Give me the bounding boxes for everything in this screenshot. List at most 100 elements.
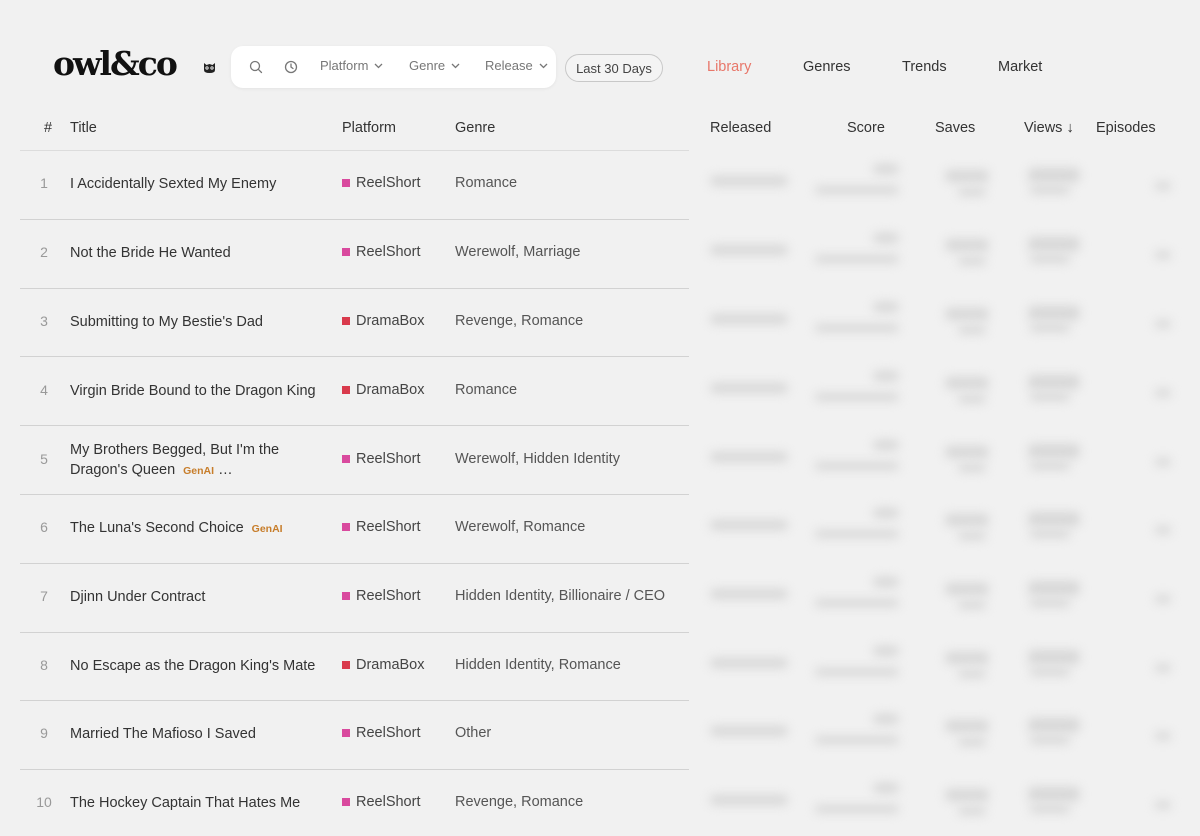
row-title[interactable]: The Luna's Second Choice GenAI <box>70 518 332 539</box>
genre-select-label: Genre <box>409 58 446 73</box>
row-title[interactable]: Submitting to My Bestie's Dad <box>70 312 332 332</box>
row-divider <box>20 700 689 702</box>
obscured-metric <box>945 652 989 664</box>
obscured-metric <box>1155 801 1171 809</box>
row-number: 5 <box>40 451 48 467</box>
row-platform: DramaBox <box>342 657 425 673</box>
row-title[interactable]: I Accidentally Sexted My Enemy <box>70 174 332 194</box>
obscured-metric <box>815 530 899 538</box>
obscured-metric <box>1030 393 1070 401</box>
row-title-text: I Accidentally Sexted My Enemy <box>70 176 277 192</box>
row-genre: Romance <box>455 382 518 398</box>
obscured-metric <box>945 377 989 389</box>
obscured-metric <box>945 308 989 320</box>
obscured-metric <box>1155 458 1171 466</box>
genai-badge: GenAI <box>251 523 283 535</box>
platform-select-label: Platform <box>320 58 369 73</box>
row-platform: ReelShort <box>342 244 420 260</box>
obscured-metric <box>815 393 899 401</box>
obscured-metric <box>873 371 899 381</box>
row-genre: Revenge, Romance <box>455 794 584 810</box>
obscured-metric <box>945 583 989 595</box>
row-title[interactable]: My Brothers Begged, But I'm the Dragon's… <box>70 440 332 481</box>
row-number: 9 <box>40 725 48 741</box>
obscured-metric <box>1030 805 1070 813</box>
obscured-metric <box>1028 375 1080 389</box>
row-divider <box>20 562 689 564</box>
table-row[interactable]: 3 Submitting to My Bestie's Dad DramaBox… <box>0 288 1200 357</box>
row-title[interactable]: The Hockey Captain That Hates Me <box>70 793 332 813</box>
obscured-metric <box>1028 787 1080 801</box>
release-select[interactable]: Release <box>485 58 548 73</box>
row-title[interactable]: Married The Mafioso I Saved <box>70 724 332 744</box>
row-divider <box>20 218 689 220</box>
row-genre: Romance <box>455 175 518 191</box>
row-title-text: Married The Mafioso I Saved <box>70 726 256 742</box>
row-title[interactable]: Not the Bride He Wanted <box>70 243 332 263</box>
platform-swatch <box>342 798 350 806</box>
genre-select[interactable]: Genre <box>409 58 460 73</box>
nav-genres[interactable]: Genres <box>803 59 851 75</box>
obscured-metric <box>945 789 989 801</box>
obscured-metric <box>1028 581 1080 595</box>
platform-swatch <box>342 661 350 669</box>
chevron-down-icon <box>539 63 548 68</box>
obscured-metric <box>1028 512 1080 526</box>
table-row[interactable]: 4 Virgin Bride Bound to the Dragon King … <box>0 357 1200 426</box>
table-row[interactable]: 7 Djinn Under Contract ReelShort Hidden … <box>0 563 1200 632</box>
obscured-metric <box>710 520 788 530</box>
row-platform: ReelShort <box>342 588 420 604</box>
obscured-metric <box>1155 320 1171 328</box>
table-row[interactable]: 9 Married The Mafioso I Saved ReelShort … <box>0 700 1200 769</box>
col-header-score[interactable]: Score <box>847 120 885 136</box>
obscured-metric <box>945 239 989 251</box>
table-row[interactable]: 6 The Luna's Second Choice GenAI ReelShor… <box>0 494 1200 563</box>
table-row[interactable]: 1 I Accidentally Sexted My Enemy ReelSho… <box>0 150 1200 219</box>
col-header-saves[interactable]: Saves <box>935 120 975 136</box>
row-platform: ReelShort <box>342 519 420 535</box>
col-header-released[interactable]: Released <box>710 120 771 136</box>
nav-trends[interactable]: Trends <box>902 59 947 75</box>
row-platform-label: ReelShort <box>356 725 421 741</box>
table-row[interactable]: 5 My Brothers Begged, But I'm the Dragon… <box>0 426 1200 495</box>
row-title[interactable]: Djinn Under Contract <box>70 587 332 607</box>
platform-swatch <box>342 523 350 531</box>
clock-icon[interactable] <box>283 59 299 75</box>
nav-market[interactable]: Market <box>998 59 1042 75</box>
col-header-views[interactable]: Views ↓ <box>1024 120 1074 136</box>
row-number: 7 <box>40 588 48 604</box>
row-number: 10 <box>36 794 52 810</box>
table-row[interactable]: 8 No Escape as the Dragon King's Mate Dr… <box>0 632 1200 701</box>
col-header-platform[interactable]: Platform <box>342 120 396 136</box>
col-header-title[interactable]: Title <box>70 120 97 136</box>
obscured-metric <box>873 233 899 243</box>
platform-swatch <box>342 729 350 737</box>
platform-swatch <box>342 455 350 463</box>
date-range-button[interactable]: Last 30 Days <box>565 54 663 82</box>
row-title[interactable]: No Escape as the Dragon King's Mate <box>70 656 332 676</box>
table-row[interactable]: 2 Not the Bride He Wanted ReelShort Were… <box>0 219 1200 288</box>
table-row[interactable]: 10 The Hockey Captain That Hates Me Reel… <box>0 769 1200 836</box>
obscured-metric <box>958 807 986 815</box>
row-genre: Hidden Identity, Billionaire / CEO <box>455 588 666 604</box>
obscured-metric <box>1028 237 1080 251</box>
obscured-metric <box>1028 650 1080 664</box>
search-icon[interactable] <box>248 59 264 75</box>
obscured-metric <box>1030 530 1070 538</box>
row-genre: Werewolf, Marriage <box>455 244 581 260</box>
obscured-metric <box>958 326 986 334</box>
row-divider <box>20 631 689 633</box>
obscured-metric <box>710 726 788 736</box>
platform-select[interactable]: Platform <box>320 58 383 73</box>
obscured-metric <box>815 805 899 813</box>
row-platform-label: DramaBox <box>356 657 425 673</box>
obscured-metric <box>1155 182 1171 190</box>
row-title[interactable]: Virgin Bride Bound to the Dragon King <box>70 381 332 401</box>
obscured-metric <box>1155 732 1171 740</box>
brand-logo[interactable]: owl&co <box>53 44 178 83</box>
obscured-metric <box>873 302 899 312</box>
col-header-genre[interactable]: Genre <box>455 120 495 136</box>
obscured-metric <box>710 452 788 462</box>
nav-library[interactable]: Library <box>707 59 751 75</box>
col-header-episodes[interactable]: Episodes <box>1096 120 1156 136</box>
